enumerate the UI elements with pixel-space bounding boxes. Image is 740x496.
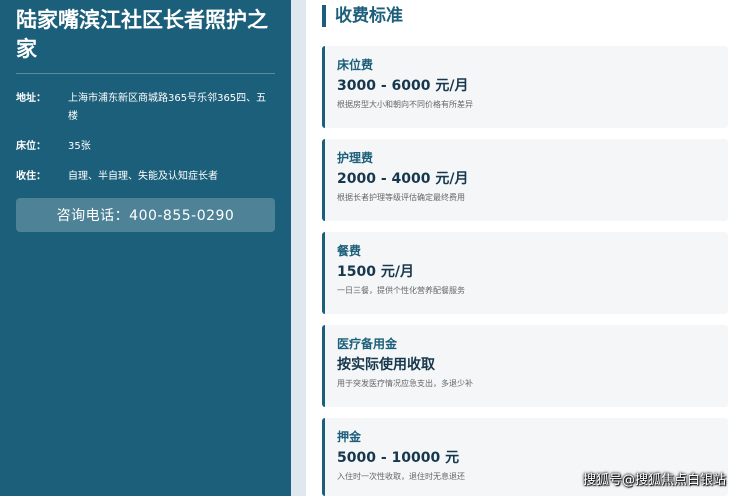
- consult-phone-button[interactable]: 咨询电话：400-855-0290: [16, 198, 275, 232]
- price-card-price: 2000 - 4000 元/月: [337, 171, 469, 187]
- beds-label: 床位：: [16, 141, 46, 152]
- watermark: 搜狐号@搜狐焦点白银站: [582, 473, 726, 488]
- beds-row: 床位： 35张: [16, 138, 275, 156]
- price-card-name: 押金: [337, 430, 362, 444]
- admission-label: 收住：: [16, 171, 46, 182]
- price-card-price: 按实际使用收取: [337, 357, 435, 373]
- price-card-meals: 餐费 1500 元/月 一日三餐，提供个性化营养配餐服务: [322, 232, 728, 314]
- address-value: 上海市浦东新区商城路365号乐邻365四、五楼: [68, 93, 267, 122]
- price-card-medical: 医疗备用金 按实际使用收取 用于突发医疗情况应急支出，多退少补: [322, 325, 728, 407]
- price-card-name: 餐费: [337, 244, 362, 258]
- panel-gutter: [291, 0, 306, 496]
- address-row: 地址： 上海市浦东新区商城路365号乐邻365四、五楼: [16, 90, 275, 126]
- pricing-heading: 收费标准: [322, 5, 403, 27]
- price-card-price: 5000 - 10000 元: [337, 450, 460, 466]
- price-card-name: 护理费: [337, 151, 374, 165]
- price-card-bed: 床位费 3000 - 6000 元/月 根据房型大小和朝向不同价格有所差异: [322, 46, 728, 128]
- admission-row: 收住： 自理、半自理、失能及认知症长者: [16, 168, 275, 186]
- address-label: 地址：: [16, 93, 46, 104]
- price-card-nursing: 护理费 2000 - 4000 元/月 根据长者护理等级评估确定最终费用: [322, 139, 728, 221]
- price-card-note: 用于突发医疗情况应急支出，多退少补: [337, 379, 473, 388]
- price-card-name: 床位费: [337, 58, 374, 72]
- price-card-price: 1500 元/月: [337, 264, 414, 280]
- facility-info: 地址： 上海市浦东新区商城路365号乐邻365四、五楼 床位： 35张 收住： …: [16, 90, 275, 186]
- admission-value: 自理、半自理、失能及认知症长者: [68, 171, 218, 182]
- pricing-panel: 收费标准 床位费 3000 - 6000 元/月 根据房型大小和朝向不同价格有所…: [291, 0, 740, 496]
- price-card-price: 3000 - 6000 元/月: [337, 78, 469, 94]
- facility-sidebar: 陆家嘴滨江社区长者照护之家 地址： 上海市浦东新区商城路365号乐邻365四、五…: [0, 0, 291, 496]
- facility-title: 陆家嘴滨江社区长者照护之家: [16, 6, 275, 74]
- price-card-note: 一日三餐，提供个性化营养配餐服务: [337, 286, 465, 295]
- price-card-name: 医疗备用金: [337, 337, 398, 351]
- price-card-note: 根据长者护理等级评估确定最终费用: [337, 193, 465, 202]
- price-card-note: 根据房型大小和朝向不同价格有所差异: [337, 100, 473, 109]
- beds-value: 35张: [68, 141, 91, 152]
